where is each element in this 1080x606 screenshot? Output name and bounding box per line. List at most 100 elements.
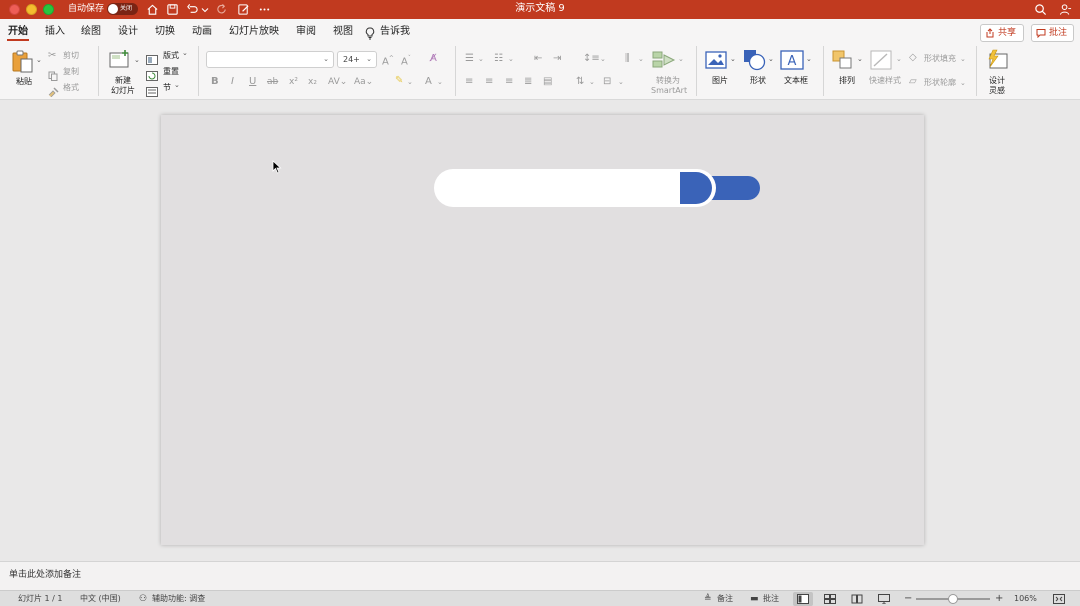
search-bar-shape[interactable]: [434, 169, 760, 207]
accessibility-status[interactable]: 辅助功能: 调查: [152, 591, 205, 606]
bullets-icon[interactable]: ☰: [465, 53, 474, 65]
align-text-icon[interactable]: ⊟: [603, 76, 611, 88]
section-dropdown-icon[interactable]: ⌄: [174, 81, 180, 89]
fit-to-window-button[interactable]: [1049, 592, 1069, 606]
line-spacing-dropdown-icon[interactable]: ⌄: [600, 53, 606, 65]
zoom-out-button[interactable]: −: [904, 591, 912, 606]
new-slide-dropdown-icon[interactable]: ⌄: [134, 56, 140, 64]
textbox-icon[interactable]: A: [780, 50, 804, 74]
copy-button[interactable]: 复制: [63, 67, 79, 77]
picture-icon[interactable]: [705, 51, 727, 73]
arrange-icon[interactable]: [832, 50, 856, 74]
tab-insert[interactable]: 插入: [45, 25, 65, 38]
tab-transitions[interactable]: 切换: [155, 25, 175, 38]
decrease-font-size-icon[interactable]: Aˇ: [401, 53, 411, 68]
strikethrough-icon[interactable]: ab: [267, 76, 278, 88]
tab-home[interactable]: 开始: [8, 25, 28, 38]
zoom-slider-handle[interactable]: [948, 594, 958, 604]
align-right-icon[interactable]: ≡: [505, 76, 513, 88]
format-painter-button[interactable]: 格式: [63, 83, 79, 93]
smartart-icon[interactable]: [652, 50, 676, 74]
numbering-icon[interactable]: ☷: [494, 53, 503, 65]
align-left-icon[interactable]: ≡: [465, 76, 473, 88]
normal-view-button[interactable]: [793, 592, 813, 606]
share-button[interactable]: 共享: [980, 24, 1024, 42]
comments-button[interactable]: 批注: [1031, 24, 1074, 42]
font-color-dropdown-icon[interactable]: ⌄: [437, 76, 443, 88]
paste-icon[interactable]: [10, 49, 36, 79]
increase-font-size-icon[interactable]: A^: [382, 53, 394, 68]
shapes-icon[interactable]: [743, 49, 767, 75]
highlight-icon[interactable]: ✎: [395, 75, 403, 87]
section-button[interactable]: 节: [163, 83, 171, 93]
smartart-dropdown-icon[interactable]: ⌄: [678, 53, 684, 65]
shape-fill-dropdown-icon[interactable]: ⌄: [960, 53, 966, 65]
font-name-select[interactable]: ⌄: [206, 51, 334, 68]
new-slide-icon[interactable]: [108, 49, 132, 75]
slideshow-view-button[interactable]: [874, 592, 894, 606]
bullets-dropdown-icon[interactable]: ⌄: [478, 53, 484, 65]
ribbon-separator: [823, 46, 824, 96]
tab-slideshow[interactable]: 幻灯片放映: [229, 25, 279, 38]
justify-icon[interactable]: ≣: [524, 76, 532, 88]
reset-button[interactable]: 重置: [163, 67, 179, 77]
layout-dropdown-icon[interactable]: ⌄: [182, 49, 188, 57]
notes-pane[interactable]: 单击此处添加备注: [0, 561, 1080, 590]
font-size-select[interactable]: 24+ ⌄: [337, 51, 377, 68]
search-icon[interactable]: [1033, 2, 1048, 17]
paste-dropdown-icon[interactable]: ⌄: [36, 56, 42, 64]
blue-half-circle: [680, 172, 712, 204]
shapes-dropdown-icon[interactable]: ⌄: [768, 53, 774, 65]
tab-review[interactable]: 审阅: [296, 25, 316, 38]
layout-button[interactable]: 版式: [163, 51, 179, 61]
shape-outline-button[interactable]: 形状轮廓: [924, 78, 956, 88]
line-spacing-icon[interactable]: ↕≡: [583, 53, 600, 65]
columns-icon[interactable]: ⫼: [625, 53, 630, 65]
language-indicator[interactable]: 中文 (中国): [80, 591, 121, 606]
bold-icon[interactable]: B: [211, 76, 219, 88]
ribbon-separator: [198, 46, 199, 96]
text-direction-dropdown-icon[interactable]: ⌄: [589, 76, 595, 88]
comments-toggle[interactable]: 批注: [763, 591, 779, 606]
picture-dropdown-icon[interactable]: ⌄: [730, 53, 736, 65]
quick-styles-dropdown-icon[interactable]: ⌄: [896, 53, 902, 65]
tab-view[interactable]: 视图: [333, 25, 353, 38]
align-center-icon[interactable]: ≡: [485, 76, 493, 88]
reading-view-button[interactable]: [847, 592, 867, 606]
shape-outline-dropdown-icon[interactable]: ⌄: [960, 77, 966, 89]
tab-draw[interactable]: 绘图: [81, 25, 101, 38]
textbox-dropdown-icon[interactable]: ⌄: [806, 53, 812, 65]
numbering-dropdown-icon[interactable]: ⌄: [508, 53, 514, 65]
design-ideas-icon[interactable]: [985, 49, 1009, 75]
zoom-in-button[interactable]: +: [995, 591, 1003, 606]
character-spacing-icon[interactable]: AV⌄: [328, 76, 347, 88]
superscript-icon[interactable]: x²: [289, 76, 298, 88]
decrease-indent-icon[interactable]: ⇤: [534, 53, 542, 65]
svg-text:A: A: [788, 54, 797, 69]
change-case-icon[interactable]: Aa⌄: [354, 76, 373, 88]
tab-tell-me[interactable]: 告诉我: [380, 25, 410, 38]
tab-animations[interactable]: 动画: [192, 25, 212, 38]
columns-dropdown-icon[interactable]: ⌄: [638, 53, 644, 65]
text-direction-icon[interactable]: ⇅: [576, 76, 584, 88]
notes-icon: ≜: [704, 594, 712, 604]
italic-icon[interactable]: I: [231, 76, 234, 88]
slide-sorter-button[interactable]: [820, 592, 840, 606]
arrange-dropdown-icon[interactable]: ⌄: [857, 53, 863, 65]
align-text-dropdown-icon[interactable]: ⌄: [618, 76, 624, 88]
cut-button[interactable]: 剪切: [63, 51, 79, 61]
quick-styles-icon[interactable]: [870, 50, 894, 74]
underline-icon[interactable]: U: [249, 76, 256, 88]
distributed-icon[interactable]: ▤: [543, 76, 552, 88]
notes-toggle[interactable]: 备注: [717, 591, 733, 606]
clear-formatting-icon[interactable]: A̸: [430, 53, 437, 65]
account-icon[interactable]: [1058, 2, 1073, 17]
font-color-icon[interactable]: A: [425, 76, 432, 88]
zoom-level[interactable]: 106%: [1014, 591, 1037, 606]
ribbon-separator: [696, 46, 697, 96]
shape-fill-button[interactable]: 形状填充: [924, 54, 956, 64]
tab-design[interactable]: 设计: [118, 25, 138, 38]
subscript-icon[interactable]: x₂: [308, 76, 317, 88]
increase-indent-icon[interactable]: ⇥: [553, 53, 561, 65]
highlight-dropdown-icon[interactable]: ⌄: [407, 76, 413, 88]
